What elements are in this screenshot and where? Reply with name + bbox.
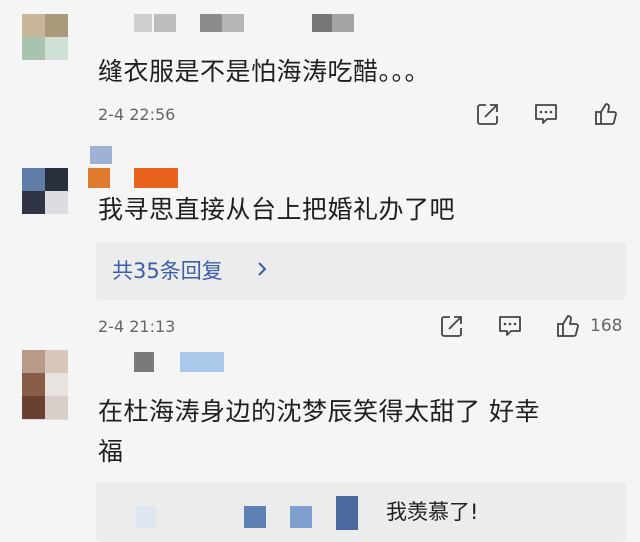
chevron-right-icon [258, 262, 267, 276]
thumbs-up-icon[interactable] [554, 312, 582, 340]
comment-text-line: 在杜海涛身边的沈梦辰笑得太甜了 好幸 [98, 397, 540, 426]
like-count: 168 [590, 316, 623, 336]
share-icon[interactable] [474, 100, 502, 128]
thumbs-up-icon[interactable] [592, 100, 620, 128]
comment-meta: 2-4 21:13 168 [98, 312, 628, 342]
sub-reply-box[interactable]: 我羡慕了! [96, 482, 626, 542]
comment-text: 在杜海涛身边的沈梦辰笑得太甜了 好幸 福 [98, 392, 540, 472]
replies-count-label: 共35条回复 [112, 259, 223, 283]
avatar[interactable] [22, 168, 68, 214]
comment-icon[interactable] [496, 312, 524, 340]
share-icon[interactable] [438, 312, 466, 340]
comment-meta: 2-4 22:56 [98, 100, 628, 130]
comment-text: 我寻思直接从台上把婚礼办了吧 [98, 195, 456, 224]
sub-reply-text: 我羡慕了! [386, 500, 479, 524]
avatar[interactable] [22, 14, 68, 60]
comment-icon[interactable] [532, 100, 560, 128]
view-replies-button[interactable]: 共35条回复 [96, 242, 626, 300]
comment-text-line: 福 [98, 437, 124, 466]
comment-text: 缝衣服是不是怕海涛吃醋。。。 [98, 57, 431, 86]
timestamp: 2-4 22:56 [98, 105, 176, 124]
timestamp: 2-4 21:13 [98, 317, 176, 336]
avatar[interactable] [22, 350, 68, 420]
